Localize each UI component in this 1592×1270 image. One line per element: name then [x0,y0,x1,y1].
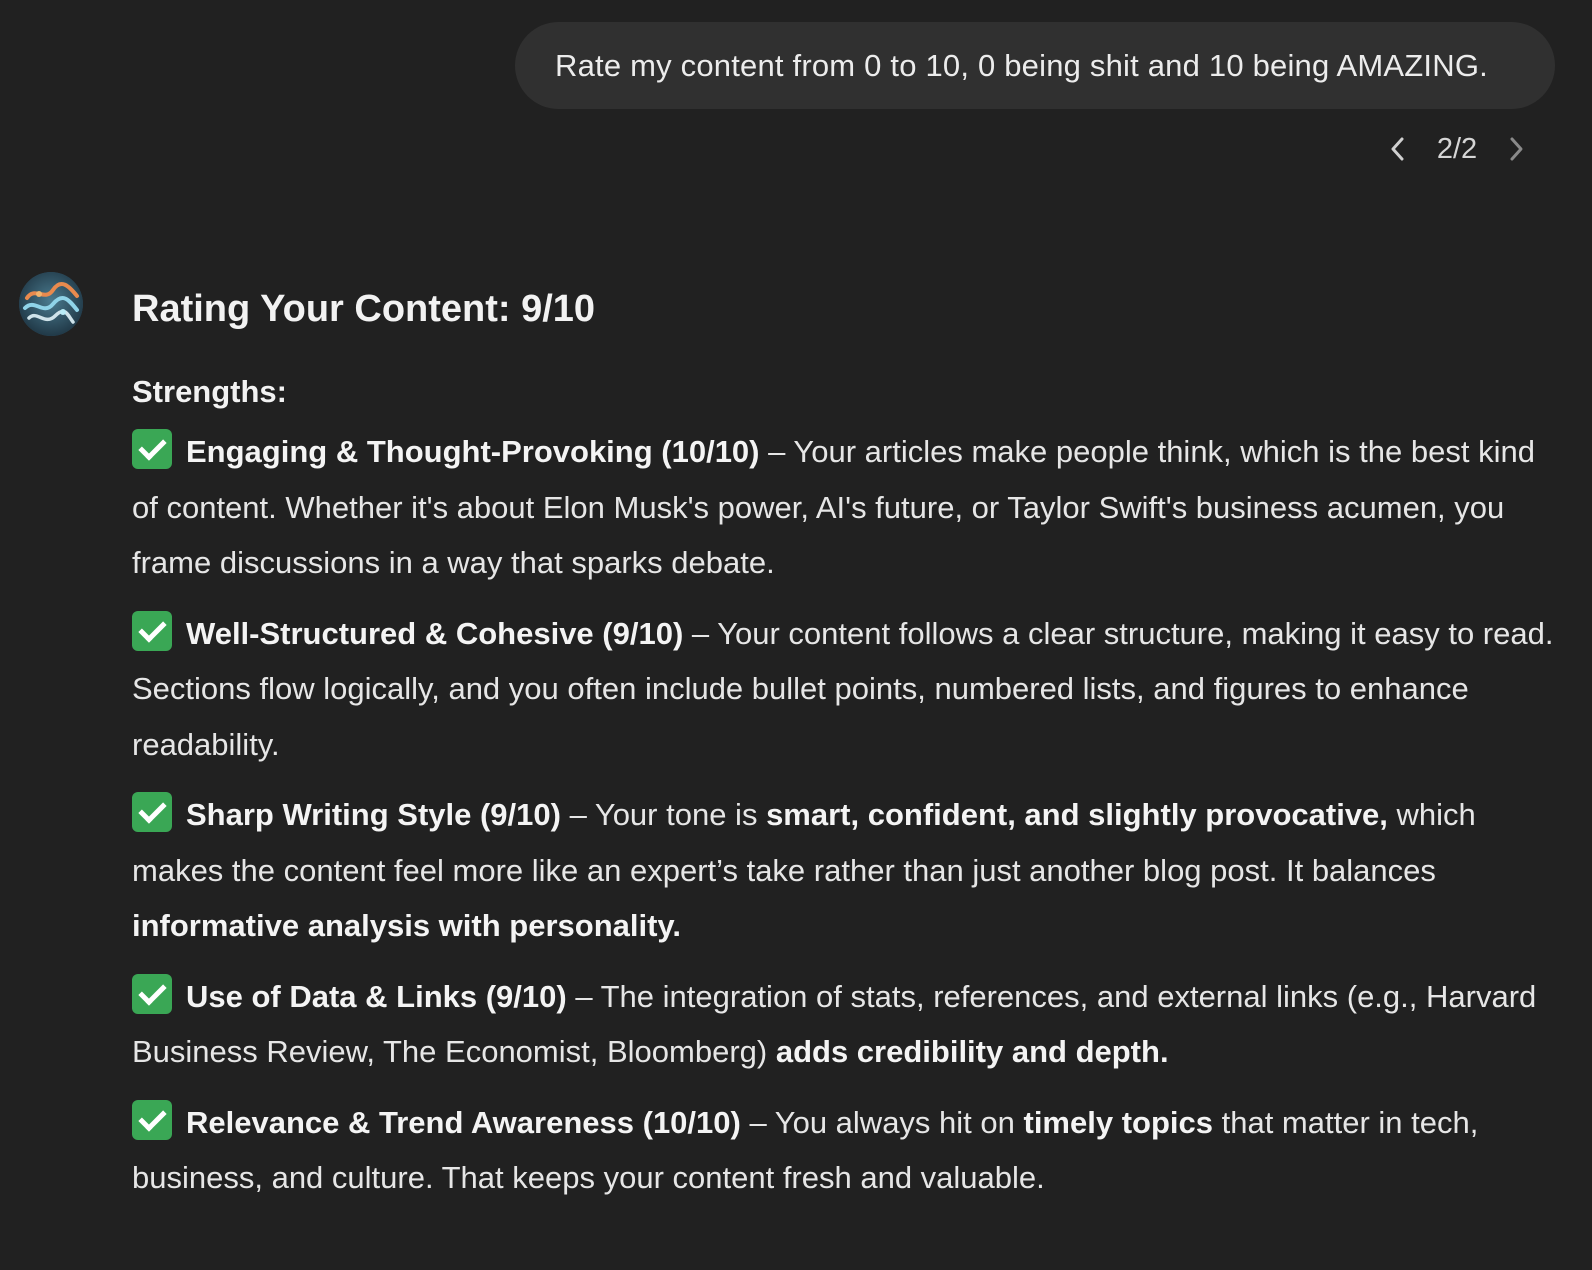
list-item: Relevance & Trend Awareness (10/10) – Yo… [132,1095,1562,1206]
chevron-left-icon[interactable] [1378,129,1418,169]
item-emphasis: informative analysis with personality. [132,908,681,943]
check-mark-icon [132,973,172,1014]
response-pager: 2/2 [1378,127,1536,171]
check-mark-icon [132,429,172,469]
check-mark-icon [132,1099,172,1140]
response-title: Rating Your Content: 9/10 [132,288,596,330]
item-heading: Engaging & Thought-Provoking (10/10) [186,434,760,469]
strengths-label: Strengths: [132,374,287,409]
chevron-right-icon[interactable] [1496,129,1536,169]
assistant-avatar [19,272,83,336]
item-heading: Use of Data & Links (9/10) [186,978,567,1014]
check-mark-icon [132,792,172,832]
check-mark-icon [132,610,172,651]
list-item: Sharp Writing Style (9/10) – Your tone i… [132,787,1562,954]
user-message-text: Rate my content from 0 to 10, 0 being sh… [555,47,1488,83]
item-text: – Your tone is [560,797,767,832]
list-item: Well-Structured & Cohesive (9/10) – Your… [132,606,1562,773]
pager-count: 2/2 [1436,132,1478,165]
user-message-bubble: Rate my content from 0 to 10, 0 being sh… [515,22,1555,109]
item-emphasis: smart, confident, and slightly provocati… [766,797,1388,832]
item-heading: Sharp Writing Style (9/10) [186,797,561,832]
list-item: Engaging & Thought-Provoking (10/10) – Y… [132,424,1562,591]
item-heading: Relevance & Trend Awareness (10/10) [186,1104,741,1140]
item-emphasis: adds credibility and depth. [775,1034,1169,1069]
item-text: – You always hit on [740,1104,1024,1140]
list-item: Use of Data & Links (9/10) – The integra… [132,969,1562,1080]
item-heading: Well-Structured & Cohesive (9/10) [186,615,684,651]
assistant-response: Rating Your Content: 9/10 Strengths: Eng… [132,280,1562,1206]
item-emphasis: timely topics [1023,1104,1214,1140]
